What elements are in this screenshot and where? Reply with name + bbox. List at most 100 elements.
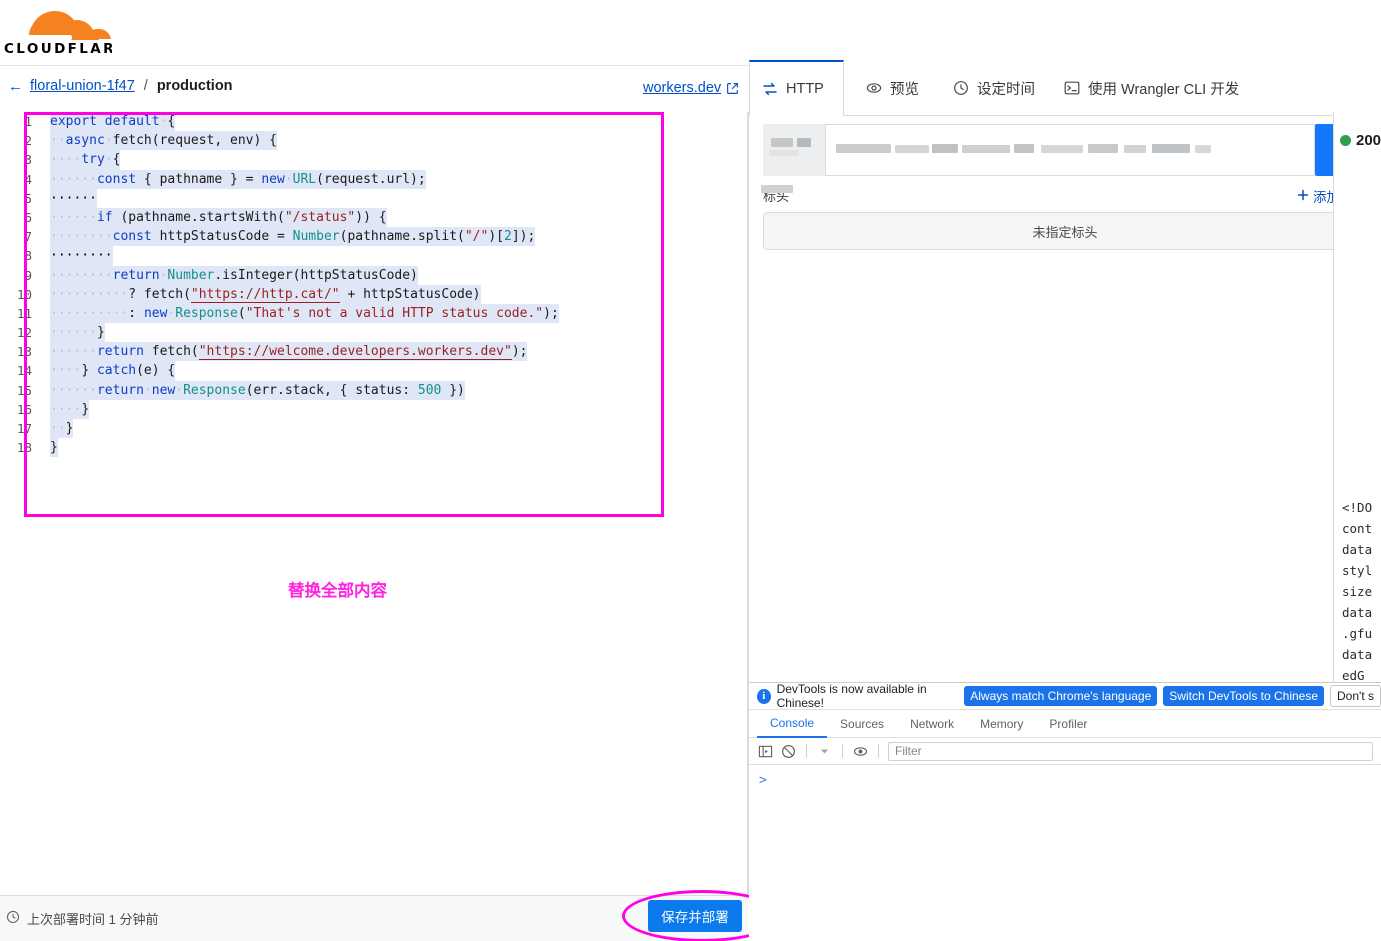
code-text[interactable]: ····try·{ [50,150,120,169]
code-token: ( [238,306,246,321]
code-token: fetch( [144,344,199,359]
breadcrumb-worker-link[interactable]: floral-union-1f47 [30,78,135,94]
tab-http[interactable]: HTTP [749,60,844,116]
workers-dev-link[interactable]: workers.dev [643,80,739,96]
devtools-tab-profiler[interactable]: Profiler [1036,710,1100,738]
code-token: ); [512,344,528,359]
devtools-tab-sources[interactable]: Sources [827,710,897,738]
devtools-tab-console[interactable]: Console [757,710,827,738]
code-text[interactable]: ······if (pathname.startsWith("/status")… [50,208,387,227]
line-number: 11 [0,304,32,323]
response-body-line: cont [1342,518,1372,539]
arrow-left-icon[interactable]: ← [8,79,23,94]
code-token: · [175,383,183,398]
code-text[interactable]: ······ [50,189,97,208]
devtools-tabbar: Console Sources Network Memory Profiler [749,710,1381,738]
code-line[interactable]: 18} [0,438,747,457]
line-number: 8 [0,246,32,265]
code-line[interactable]: 15······return·new·Response(err.stack, {… [0,381,747,400]
code-line[interactable]: 5······ [0,189,747,208]
code-line[interactable]: 7········const httpStatusCode = Number(p… [0,227,747,246]
cloudflare-logo[interactable]: CLOUDFLARE [2,8,112,58]
workers-dev-label: workers.dev [643,80,721,96]
line-number: 3 [0,150,32,169]
code-token: } [97,325,105,340]
headers-label: 标头 [763,186,789,205]
code-line[interactable]: 11 ··········: new·Response("That's not a… [0,304,747,323]
response-status: 200 [1340,132,1381,149]
eye-icon[interactable] [852,743,869,760]
code-token: (err.stack, { status: [246,383,418,398]
devtools-tab-network[interactable]: Network [897,710,967,738]
code-token: · [105,133,113,148]
code-token: (e) { [136,363,175,378]
code-text[interactable]: ······const { pathname } = new·URL(reque… [50,170,426,189]
response-status-code: 200 [1356,132,1381,149]
code-token: default [105,114,160,129]
plus-icon [1297,189,1309,204]
code-token: + httpStatusCode) [340,287,481,302]
code-line[interactable]: 1export default·{ [0,112,747,131]
breadcrumb: ← floral-union-1f47 / production [8,78,233,94]
clear-console-icon[interactable] [780,743,797,760]
code-line[interactable]: 8 ········ [0,246,747,265]
preview-tabbar: HTTP 预览 设定时间 使用 Wrangler CLI 开发 [749,60,1381,116]
devtools-tab-memory[interactable]: Memory [967,710,1036,738]
code-line[interactable]: 10··········? fetch("https://http.cat/" … [0,285,747,304]
toolbar-divider-3 [878,744,879,758]
code-line[interactable]: 2··async·fetch(request, env) { [0,131,747,150]
devtools-language-banner: i DevTools is now available in Chinese! … [749,683,1381,710]
method-select[interactable] [763,124,825,176]
headers-label-row: 标头 添加标头 [763,186,1367,210]
code-token: ); [543,306,559,321]
code-text[interactable]: ········ [50,246,113,265]
tab-set-time[interactable]: 设定时间 [941,60,1051,116]
line-number: 14 [0,361,32,380]
code-text[interactable]: ··async·fetch(request, env) { [50,131,277,150]
tab-wrangler-cli[interactable]: 使用 Wrangler CLI 开发 [1052,60,1257,116]
code-text[interactable]: ··} [50,419,73,438]
always-match-language-button[interactable]: Always match Chrome's language [964,686,1157,706]
code-text[interactable]: ······return fetch("https://welcome.deve… [50,342,527,361]
code-text[interactable]: ··········: new·Response("That's not a v… [50,304,559,323]
dismiss-banner-button[interactable]: Don't s [1330,685,1381,707]
code-text[interactable]: ······return·new·Response(err.stack, { s… [50,381,465,400]
tab-set-time-label: 设定时间 [977,78,1035,99]
code-text[interactable]: ····} catch(e) { [50,361,175,380]
save-and-deploy-button[interactable]: 保存并部署 [648,900,742,932]
code-line[interactable]: 17··} [0,419,747,438]
code-token: 2 [504,229,512,244]
code-line[interactable]: 16····} [0,400,747,419]
code-line[interactable]: 9········return·Number.isInteger(httpSta… [0,266,747,285]
code-editor[interactable]: 1export default·{2··async·fetch(request,… [0,112,747,895]
http-exchange-icon [762,81,778,97]
line-number: 12 [0,323,32,342]
code-text[interactable]: ········return·Number.isInteger(httpStat… [50,266,418,285]
code-text[interactable]: export default·{ [50,112,175,131]
console-output[interactable]: > [749,765,1381,941]
code-text[interactable]: ··········? fetch("https://http.cat/" + … [50,285,481,304]
frame-selector-icon[interactable] [757,743,774,760]
code-editor-pane[interactable]: 1export default·{2··async·fetch(request,… [0,112,748,895]
code-text[interactable]: ····} [50,400,89,419]
console-filter-input[interactable]: Filter [888,742,1373,761]
code-text[interactable]: ········const httpStatusCode = Number(pa… [50,227,535,246]
breadcrumb-separator: / [144,78,148,94]
code-token: const [113,229,152,244]
code-line[interactable]: 12 ······} [0,323,747,342]
code-line[interactable]: 3 ····try·{ [0,150,747,169]
code-line[interactable]: 13······return fetch("https://welcome.de… [0,342,747,361]
tab-preview[interactable]: 预览 [854,60,938,116]
code-text[interactable]: ······} [50,323,105,342]
switch-devtools-language-button[interactable]: Switch DevTools to Chinese [1163,686,1324,706]
devtools-panel: i DevTools is now available in Chinese! … [749,682,1381,941]
code-line[interactable]: 4······const { pathname } = new·URL(requ… [0,170,747,189]
chevron-down-icon[interactable] [816,743,833,760]
editor-status-bar: 上次部署时间 1 分钟前 [0,895,748,941]
code-token: Response [175,306,238,321]
code-line[interactable]: 6······if (pathname.startsWith("/status"… [0,208,747,227]
url-input[interactable] [825,124,1315,176]
code-token: "/" [465,229,488,244]
code-line[interactable]: 14 ····} catch(e) { [0,361,747,380]
code-text[interactable]: } [50,438,58,457]
